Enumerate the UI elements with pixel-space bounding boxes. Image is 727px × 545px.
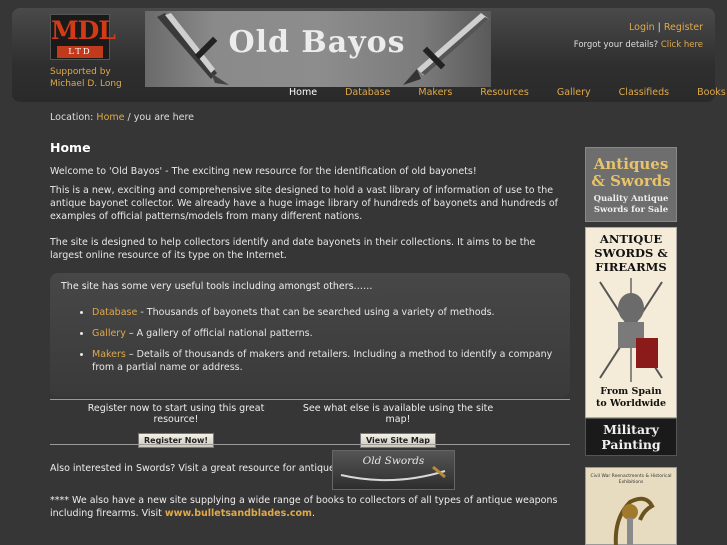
ad1-line3: Quality Antique	[593, 194, 669, 204]
auth-separator: |	[657, 22, 661, 33]
logo-text: MDL	[51, 16, 116, 45]
tool-makers-link[interactable]: Makers	[92, 349, 126, 360]
list-item: Makers – Details of thousands of makers …	[92, 348, 558, 374]
forgot-link[interactable]: Click here	[661, 40, 703, 50]
military-painting-ad[interactable]: Military Painting	[585, 418, 677, 456]
supporter-name: Michael D. Long	[50, 79, 122, 89]
civil-war-reenactments-ad[interactable]: Civil War Reenactments & Historical Exhi…	[585, 467, 677, 545]
cta-row: Register now to start using this great r…	[50, 403, 570, 448]
ad2-line3: FIREARMS	[595, 260, 667, 274]
sword-icon	[340, 465, 446, 482]
login-link[interactable]: Login	[629, 22, 655, 33]
bulletsandblades-link[interactable]: www.bulletsandblades.com	[165, 508, 312, 519]
page-title: Home	[50, 140, 91, 155]
swords-text: Also interested in Swords? Visit a great…	[50, 463, 372, 474]
breadcrumb-current: / you are here	[127, 112, 195, 123]
nav-gallery[interactable]: Gallery	[549, 87, 599, 98]
main-content: Home Welcome to 'Old Bayos' - The exciti…	[50, 140, 570, 268]
old-swords-banner[interactable]: Old Swords	[332, 450, 455, 490]
ad4-text: Civil War Reenactments & Historical Exhi…	[590, 474, 672, 485]
welcome-paragraph: Welcome to 'Old Bayos' - The exciting ne…	[50, 166, 477, 177]
divider	[50, 399, 570, 400]
tool-gallery-link[interactable]: Gallery	[92, 328, 126, 339]
sitemap-cta: See what else is available using the sit…	[298, 403, 498, 448]
list-item: Gallery – A gallery of official national…	[92, 327, 558, 340]
armour-icon	[599, 278, 663, 382]
ad3-line1: Military	[603, 422, 659, 437]
banner-title: Old Bayos	[228, 25, 406, 60]
ad1-line2: & Swords	[591, 172, 671, 190]
mdl-logo[interactable]: MDL LTD	[50, 14, 116, 60]
ad2-line4: From Spain	[600, 386, 662, 397]
site-banner[interactable]: Old Bayos	[145, 11, 491, 87]
ad3-title: Military Painting	[586, 422, 676, 452]
register-now-button[interactable]: Register Now!	[137, 433, 215, 448]
supported-by-label: Supported by	[50, 67, 111, 77]
tool-database-link[interactable]: Database	[92, 307, 137, 318]
register-cta-text: Register now to start using this great r…	[87, 403, 265, 425]
tool-description: - Thousands of bayonets that can be sear…	[137, 307, 495, 318]
books-end: .	[311, 508, 315, 519]
tool-description: – A gallery of official national pattern…	[125, 328, 313, 339]
tools-intro: The site has some very useful tools incl…	[61, 281, 373, 292]
ad2-title: ANTIQUE SWORDS & FIREARMS	[586, 232, 676, 274]
sword-hilt-icon	[613, 496, 655, 545]
ad2-line2: SWORDS &	[594, 246, 668, 260]
tool-description: – Details of thousands of makers and ret…	[92, 349, 553, 373]
ad1-subtitle: Quality Antique Swords for Sale	[586, 194, 676, 216]
ad1-line1: Antiques	[593, 155, 669, 173]
sitemap-cta-text: See what else is available using the sit…	[302, 403, 494, 425]
purpose-paragraph: The site is designed to help collectors …	[50, 237, 536, 261]
antique-swords-firearms-ad[interactable]: ANTIQUE SWORDS & FIREARMS From Spain to …	[585, 227, 677, 418]
site-header: MDL LTD Supported by Michael D. Long Old…	[12, 8, 726, 102]
tools-list: Database - Thousands of bayonets that ca…	[78, 306, 558, 382]
logo-subtext: LTD	[57, 46, 103, 58]
nav-resources[interactable]: Resources	[472, 87, 537, 98]
antiques-swords-ad[interactable]: Antiques & Swords Quality Antique Swords f…	[585, 147, 677, 222]
ad2-subtitle: From Spain to Worldwide	[586, 386, 676, 410]
nav-makers[interactable]: Makers	[410, 87, 460, 98]
forgot-text: Forgot your details?	[573, 40, 659, 50]
nav-classifieds[interactable]: Classifieds	[611, 87, 677, 98]
books-promo: **** We also have a new site supplying a…	[50, 494, 575, 520]
ad3-line2: Painting	[601, 437, 661, 452]
breadcrumb-prefix: Location:	[50, 112, 94, 123]
bayonet-left-icon	[157, 13, 229, 85]
tools-panel: The site has some very useful tools incl…	[50, 273, 570, 397]
nav-books[interactable]: Books	[689, 87, 727, 98]
main-nav: Home Database Makers Resources Gallery C…	[281, 87, 727, 98]
list-item: Database - Thousands of bayonets that ca…	[92, 306, 558, 319]
register-cta: Register now to start using this great r…	[68, 403, 284, 448]
divider	[50, 444, 570, 445]
breadcrumb: Location: Home / you are here	[50, 112, 194, 123]
swords-promo: Also interested in Swords? Visit a great…	[50, 450, 570, 492]
breadcrumb-home-link[interactable]: Home	[96, 112, 124, 123]
forgot-details: Forgot your details? Click here	[574, 40, 703, 50]
ad1-title: Antiques & Swords	[586, 156, 676, 190]
register-link[interactable]: Register	[664, 22, 703, 33]
view-site-map-button[interactable]: View Site Map	[359, 433, 437, 448]
ad2-line5: to Worldwide	[596, 398, 666, 409]
ad1-line4: Swords for Sale	[593, 205, 669, 215]
intro-paragraph: This is a new, exciting and comprehensiv…	[50, 185, 559, 222]
ad2-line1: ANTIQUE	[599, 232, 663, 246]
nav-database[interactable]: Database	[337, 87, 398, 98]
bayonet-right-icon	[403, 13, 489, 85]
auth-links: Login | Register	[629, 22, 703, 33]
supported-by: Supported by Michael D. Long	[50, 66, 150, 90]
nav-home[interactable]: Home	[281, 87, 325, 98]
